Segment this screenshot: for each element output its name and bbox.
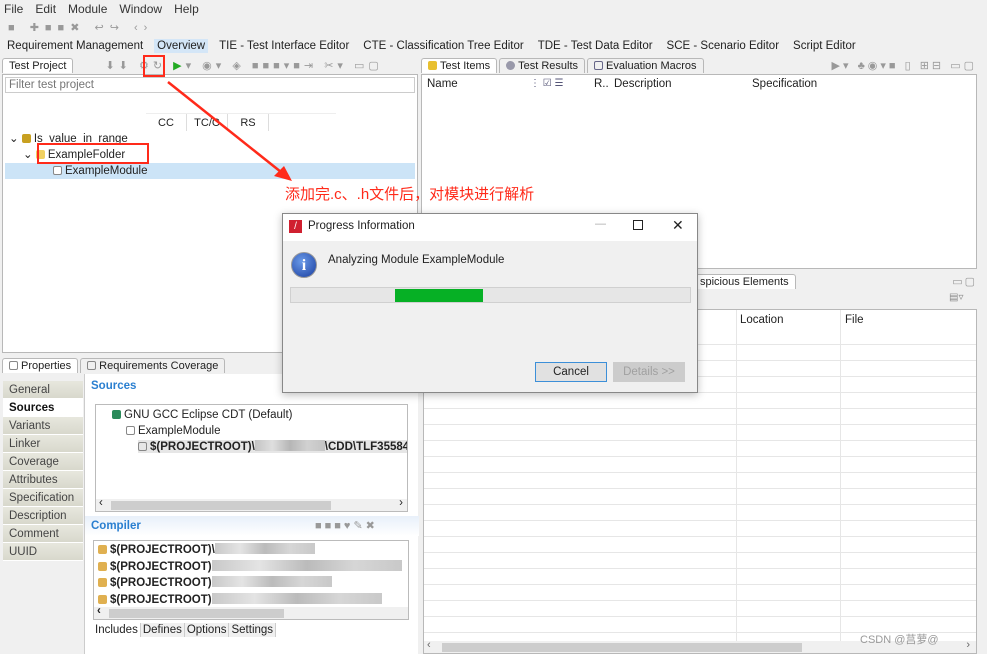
dialog-title: Progress Information	[308, 220, 415, 232]
progress-dialog: / Progress Information — ✕ i Analyzing M…	[282, 213, 698, 393]
minimize-icon[interactable]: —	[595, 218, 606, 230]
details-button[interactable]: Details >>	[613, 362, 685, 382]
info-icon: i	[291, 252, 317, 278]
app-logo-icon: /	[289, 220, 302, 233]
annotation-text: 添加完.c、.h文件后，对模块进行解析	[285, 186, 535, 203]
dialog-message: Analyzing Module ExampleModule	[328, 254, 505, 266]
maximize-icon[interactable]	[633, 220, 643, 230]
progress-bar	[290, 287, 691, 303]
close-icon[interactable]: ✕	[672, 217, 684, 234]
cancel-button[interactable]: Cancel	[535, 362, 607, 382]
progress-fill	[394, 289, 483, 302]
watermark: CSDN @莒萝@	[860, 634, 939, 646]
